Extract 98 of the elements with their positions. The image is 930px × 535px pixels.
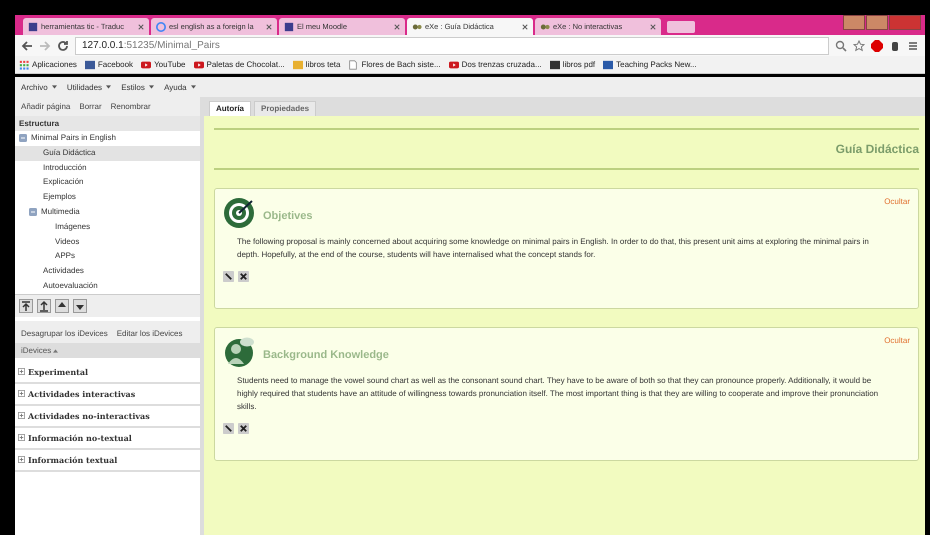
menu-icon[interactable] bbox=[907, 40, 919, 52]
expand-icon[interactable] bbox=[18, 390, 25, 398]
expand-icon[interactable] bbox=[18, 412, 25, 420]
collapse-icon[interactable] bbox=[29, 208, 37, 216]
bookmark-link[interactable]: Dos trenzas cruzada... bbox=[462, 60, 542, 69]
menu-item[interactable]: Utilidades bbox=[66, 82, 112, 92]
close-icon[interactable] bbox=[266, 24, 272, 30]
page-icon bbox=[284, 22, 294, 32]
bookmark-link[interactable]: libros teta bbox=[306, 60, 340, 69]
caret-icon bbox=[190, 85, 196, 90]
play-icon bbox=[194, 60, 204, 70]
play-icon bbox=[141, 60, 152, 70]
category-item[interactable]: Información textual bbox=[28, 454, 118, 465]
person-icon bbox=[223, 336, 255, 368]
idevices-header[interactable]: iDevices bbox=[21, 346, 52, 355]
sidebar-action[interactable]: Borrar bbox=[79, 102, 102, 111]
minimize-button[interactable] bbox=[843, 15, 865, 30]
delete-icon[interactable] bbox=[238, 423, 249, 434]
section-header: Estructura bbox=[15, 116, 200, 131]
maximize-button[interactable] bbox=[866, 15, 888, 30]
apps-grid-icon bbox=[19, 60, 29, 70]
idevice-action[interactable]: Editar los iDevices bbox=[116, 328, 183, 338]
tree-label[interactable]: Introducción bbox=[43, 162, 87, 172]
adblock-icon[interactable] bbox=[871, 40, 883, 52]
tree-item[interactable]: Guía Didáctica bbox=[15, 146, 200, 161]
bookmark-link[interactable]: Paletas de Chocolat... bbox=[206, 60, 285, 69]
play-icon bbox=[448, 60, 459, 70]
sidebar-action[interactable]: Añadir página bbox=[21, 102, 70, 111]
caret-icon bbox=[106, 85, 112, 90]
address-field[interactable]: 127.0.0.1:51235/Minimal_Pairs bbox=[75, 36, 829, 54]
bookmark-link[interactable]: libros pdf bbox=[562, 60, 596, 69]
tree-item[interactable]: APPs bbox=[15, 249, 200, 264]
close-icon[interactable] bbox=[394, 24, 400, 30]
tree-label[interactable]: Autoevaluación bbox=[43, 280, 98, 290]
bookmark-link[interactable]: Facebook bbox=[98, 60, 134, 69]
reload-icon[interactable] bbox=[57, 40, 69, 52]
category-item[interactable]: Actividades interactivas bbox=[28, 388, 136, 399]
bookmark-icon bbox=[550, 60, 560, 70]
menu-item[interactable]: Ayuda bbox=[164, 82, 196, 92]
expand-icon[interactable] bbox=[18, 434, 25, 442]
sidebar-action[interactable]: Renombrar bbox=[110, 102, 151, 111]
tree-label[interactable]: Actividades bbox=[43, 266, 84, 276]
idevice-text: Students need to manage the vowel sound chart as well as the consonant sound chart. They have to be aware of both so that they can pronounce properly. Additionally, it would be highly required that students have an attitude of willingness towards pronunciation itself. The most important thing is that they are willing to cooperate and improve their pronunciation skills. bbox=[237, 375, 880, 413]
tree-item[interactable]: Introducción bbox=[15, 160, 200, 176]
bookmark-link[interactable]: YouTube bbox=[154, 60, 186, 69]
tree-item[interactable]: Imágenes bbox=[15, 220, 200, 235]
bookmark-icon bbox=[292, 60, 303, 70]
star-icon[interactable] bbox=[853, 40, 865, 52]
tree-item[interactable]: Explicación bbox=[15, 175, 200, 190]
tree-item[interactable]: Autoevaluación bbox=[15, 278, 200, 294]
category-item[interactable]: Información no-textual bbox=[28, 432, 132, 443]
tab[interactable]: Autoría bbox=[209, 101, 251, 116]
idevice-title: Background Knowledge bbox=[263, 348, 389, 361]
zoom-icon[interactable] bbox=[835, 40, 847, 52]
page-title: Guía Didáctica bbox=[214, 128, 919, 170]
tree-item[interactable]: Videos bbox=[15, 234, 200, 250]
bookmark-link[interactable]: Teaching Packs New... bbox=[616, 60, 697, 69]
category-item[interactable]: Actividades no-interactivas bbox=[28, 410, 150, 421]
collapse-icon[interactable] bbox=[19, 134, 27, 142]
expand-icon[interactable] bbox=[18, 456, 25, 464]
edit-icon[interactable] bbox=[223, 423, 234, 434]
move-top-icon[interactable] bbox=[19, 298, 33, 313]
menu-item[interactable]: Archivo bbox=[21, 82, 57, 92]
bookmark-icon bbox=[603, 60, 614, 70]
idevice-text: The following proposal is mainly concerned about acquiring some knowledge on minimal pairs in English. In order to do that, this present unit aims at exploring the minimal pairs in depth. Hopefully, at the end of the course, students will have internalised what the concept stands for. bbox=[237, 236, 870, 261]
tab[interactable]: Propiedades bbox=[254, 101, 316, 116]
page-icon bbox=[348, 60, 358, 70]
arrow-down-icon[interactable] bbox=[73, 298, 87, 313]
page-icon bbox=[28, 22, 38, 32]
back-icon[interactable] bbox=[21, 40, 33, 52]
bookmark-icon bbox=[84, 60, 95, 70]
edit-icon[interactable] bbox=[223, 271, 234, 282]
delete-icon[interactable] bbox=[238, 271, 249, 282]
arrow-up-icon[interactable] bbox=[55, 298, 69, 313]
idevice-title: Objetives bbox=[263, 209, 313, 222]
tree-label[interactable]: Guía Didáctica bbox=[43, 148, 96, 157]
move-up-icon[interactable] bbox=[37, 298, 51, 313]
close-icon[interactable] bbox=[522, 24, 528, 30]
tree-label[interactable]: Ejemplos bbox=[43, 192, 76, 202]
target-icon bbox=[223, 197, 255, 229]
category-item[interactable]: Experimental bbox=[28, 366, 88, 377]
menu-item[interactable]: Estilos bbox=[121, 82, 154, 92]
tree-item[interactable]: Minimal Pairs in English bbox=[15, 131, 200, 146]
tree-label[interactable]: Explicación bbox=[43, 177, 84, 186]
tree-label[interactable]: Minimal Pairs in English bbox=[31, 133, 116, 142]
tree-label[interactable]: Multimedia bbox=[41, 206, 80, 216]
caret-icon bbox=[52, 85, 57, 90]
bookmark-link[interactable]: Flores de Bach siste... bbox=[361, 60, 441, 69]
tree-item[interactable]: Actividades bbox=[15, 264, 200, 279]
bookmark-link[interactable]: Aplicaciones bbox=[32, 60, 77, 69]
expand-icon[interactable] bbox=[18, 368, 25, 376]
close-icon[interactable] bbox=[138, 24, 144, 30]
caret-icon[interactable] bbox=[53, 348, 58, 353]
close-icon[interactable] bbox=[650, 24, 656, 30]
tree-item[interactable]: Ejemplos bbox=[15, 190, 200, 205]
idevice-action[interactable]: Desagrupar los iDevices bbox=[21, 328, 108, 338]
tree-item[interactable]: Multimedia bbox=[15, 204, 200, 220]
caret-icon bbox=[149, 85, 154, 90]
